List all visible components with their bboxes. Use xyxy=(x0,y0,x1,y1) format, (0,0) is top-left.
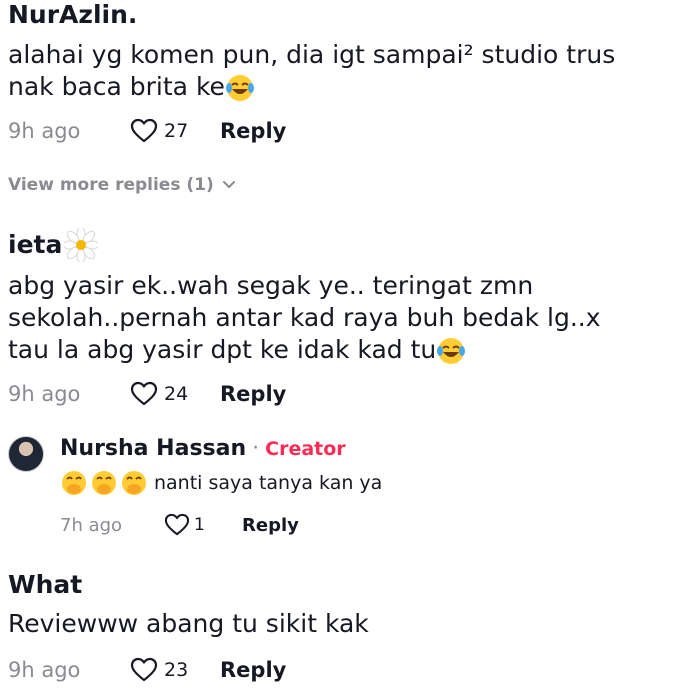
like-button[interactable]: 27 xyxy=(130,118,220,144)
comment-text: abg yasir ek..wah segak ye.. teringat zm… xyxy=(8,270,670,366)
reply-button[interactable]: Reply xyxy=(220,119,286,143)
comment-username-row: ieta xyxy=(8,228,670,262)
separator-dot: · xyxy=(252,436,260,461)
like-count: 24 xyxy=(164,383,189,405)
comment-time: 9h ago xyxy=(8,382,81,406)
reply-button[interactable]: Reply xyxy=(242,515,299,536)
comment-username[interactable]: NurAzlin. xyxy=(8,0,670,30)
comment-item: ieta abg yasir ek..wah segak ye.. tering… xyxy=(8,228,670,414)
reply-content: Nursha Hassan · Creator nanti saya tanya… xyxy=(60,432,668,546)
comment-text-line: sekolah..pernah antar kad raya buh bedak… xyxy=(8,303,601,332)
reply-meta: 7h ago 1 Reply xyxy=(60,504,668,546)
avatar[interactable] xyxy=(8,436,44,472)
comment-item: NurAzlin. alahai yg komen pun, dia igt s… xyxy=(8,0,670,151)
view-more-replies-button[interactable]: View more replies (1) xyxy=(8,175,236,195)
comment-text: alahai yg komen pun, dia igt sampai² stu… xyxy=(8,39,670,103)
reply-text-row: nanti saya tanya kan ya xyxy=(60,466,668,500)
view-more-label[interactable]: View more replies (1) xyxy=(8,175,214,195)
comment-time: 9h ago xyxy=(8,119,81,143)
comment-username[interactable]: What xyxy=(8,570,670,600)
hand-over-mouth-emoji xyxy=(62,471,86,495)
hand-over-mouth-emoji xyxy=(122,471,146,495)
reply-username[interactable]: Nursha Hassan xyxy=(60,432,246,466)
like-button[interactable]: 1 xyxy=(164,513,242,537)
comment-meta: 9h ago 24 Reply xyxy=(8,374,670,414)
like-button[interactable]: 24 xyxy=(130,381,220,407)
creator-badge: Creator xyxy=(265,438,346,460)
reply-header: Nursha Hassan · Creator xyxy=(60,432,668,466)
comment-text-line: nak baca brita ke xyxy=(8,72,225,101)
heart-outline-icon[interactable] xyxy=(130,118,158,144)
comment-text-line: abg yasir ek..wah segak ye.. teringat zm… xyxy=(8,271,534,300)
reply-text: nanti saya tanya kan ya xyxy=(154,472,383,494)
reply-button[interactable]: Reply xyxy=(220,658,286,682)
tears-of-joy-emoji xyxy=(437,338,466,364)
comment-text-line: alahai yg komen pun, dia igt sampai² stu… xyxy=(8,40,616,69)
chevron-down-icon[interactable] xyxy=(222,180,236,190)
comment-text-line-wrap: tau la abg yasir dpt ke idak kad tu xyxy=(8,334,670,366)
comment-item: What Reviewww abang tu sikit kak 9h ago … xyxy=(8,570,670,690)
comment-meta: 9h ago 23 Reply xyxy=(8,650,670,690)
like-count: 23 xyxy=(164,659,189,681)
comment-time: 9h ago xyxy=(8,658,81,682)
hand-over-mouth-emoji xyxy=(92,471,116,495)
comment-text-line: tau la abg yasir dpt ke idak kad tu xyxy=(8,335,437,364)
comment-text-line: Reviewww abang tu sikit kak xyxy=(8,609,369,638)
heart-outline-icon[interactable] xyxy=(164,513,190,537)
like-count: 27 xyxy=(164,120,189,142)
reply-button[interactable]: Reply xyxy=(220,382,286,406)
tears-of-joy-emoji xyxy=(225,75,254,101)
comment-username[interactable]: ieta xyxy=(8,230,62,260)
daisy-emoji xyxy=(64,228,99,262)
reply-time: 7h ago xyxy=(60,514,123,536)
heart-outline-icon[interactable] xyxy=(130,657,158,683)
like-button[interactable]: 23 xyxy=(130,657,220,683)
comment-text: Reviewww abang tu sikit kak xyxy=(8,608,670,640)
like-count: 1 xyxy=(194,515,205,535)
comment-meta: 9h ago 27 Reply xyxy=(8,111,670,151)
comment-text-line-wrap: nak baca brita ke xyxy=(8,71,670,103)
heart-outline-icon[interactable] xyxy=(130,381,158,407)
